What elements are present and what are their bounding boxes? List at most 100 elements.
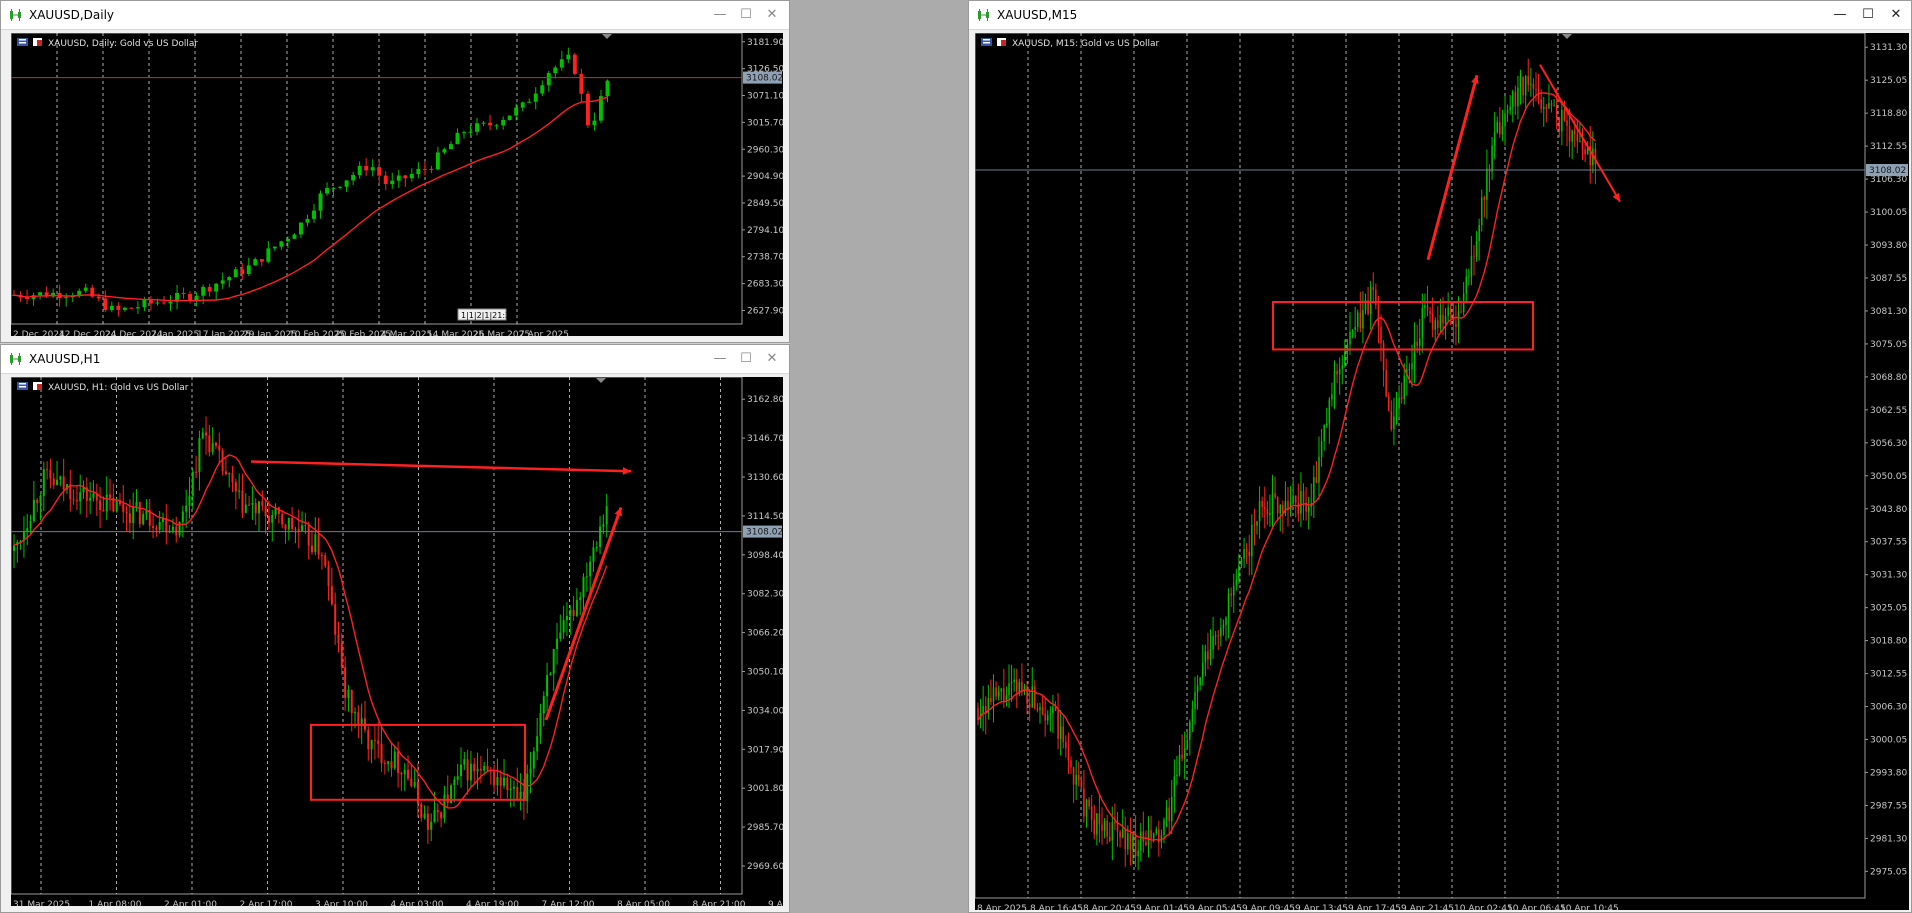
candle-body <box>449 144 453 150</box>
y-tick-label: 3006.30 <box>1870 703 1907 713</box>
candle-body <box>1077 774 1080 780</box>
candle-body <box>1018 681 1021 693</box>
candle-body <box>595 546 598 548</box>
maximize-button[interactable]: ☐ <box>733 5 759 25</box>
y-tick-label: 3001.80 <box>747 784 783 794</box>
candle-body <box>1178 754 1181 775</box>
candle-body <box>373 739 376 741</box>
candle-body <box>267 516 270 523</box>
chart-type-icon <box>1001 40 1006 46</box>
candle-body <box>1251 524 1253 557</box>
close-button[interactable]: ✕ <box>759 5 785 25</box>
x-tick-label: 8 Apr 20:45 <box>1083 904 1136 910</box>
candle-body <box>1483 197 1486 200</box>
candle-body <box>337 634 340 643</box>
candle-body <box>997 691 1000 697</box>
chart-shift-marker <box>596 378 606 383</box>
candle-body <box>572 54 577 74</box>
candle-body <box>1049 713 1052 716</box>
candle-body <box>436 810 439 813</box>
candle-body <box>1372 287 1375 290</box>
candle-body <box>1152 833 1155 839</box>
candle-body <box>1344 351 1346 366</box>
minimize-button[interactable]: — <box>707 5 733 25</box>
candle-body <box>426 813 429 830</box>
candle-body <box>294 528 297 530</box>
candle-body <box>42 469 45 496</box>
candle-body <box>307 525 310 546</box>
candle-body <box>599 526 602 547</box>
candle-body <box>1279 504 1282 514</box>
candle-body <box>1331 394 1333 400</box>
m15-titlebar[interactable]: XAUUSD,M15 — ☐ ✕ <box>969 1 1911 30</box>
y-tick-label: 3043.80 <box>1870 505 1907 515</box>
candle-body <box>1535 88 1537 90</box>
close-button[interactable]: ✕ <box>1883 5 1909 25</box>
daily-chart-area[interactable]: 2 Dec 2024 12 Dec 2024 24 Dec 2024 7 Jan 20… <box>11 33 783 336</box>
candle-body <box>201 286 206 296</box>
candle-body <box>1217 635 1220 637</box>
close-button[interactable]: ✕ <box>759 349 785 369</box>
candle-body <box>122 307 127 310</box>
candle-body <box>350 689 353 714</box>
candle-body <box>1486 168 1488 200</box>
candle-body <box>135 502 138 507</box>
candle-body <box>1059 726 1062 739</box>
candle-body <box>354 712 357 714</box>
candle-body <box>331 187 336 189</box>
daily-chart-window[interactable]: XAUUSD,Daily — ☐ ✕ 2 Dec 2024 12 Dec 2024… <box>0 0 790 343</box>
candle-body <box>1023 685 1026 692</box>
candle-body <box>1439 315 1442 328</box>
candle-body <box>533 93 538 102</box>
candle-body <box>1256 521 1258 526</box>
y-tick-label: 3075.05 <box>1870 340 1907 350</box>
y-tick-label: 3162.80 <box>747 395 783 405</box>
candle-body <box>582 576 585 598</box>
workspace-gap <box>790 0 968 913</box>
candle-body <box>314 534 317 552</box>
x-tick-label: 4 Mar 2025 <box>381 330 432 336</box>
candle-body <box>526 773 529 802</box>
h1-chart-svg[interactable]: 31 Mar 2025 1 Apr 08:00 2 Apr 01:00 2 Apr 1… <box>11 377 783 906</box>
h1-chart-window[interactable]: XAUUSD,H1 — ☐ ✕ 31 Mar 2025 1 Apr 08:00 2 … <box>0 344 790 913</box>
x-tick-label: 1 Apr 08:00 <box>89 900 142 906</box>
candle-body <box>1294 495 1297 503</box>
candle-body <box>59 476 62 480</box>
candle-body <box>1475 241 1478 257</box>
y-tick-label: 2960.30 <box>747 145 783 155</box>
y-tick-label: 3071.10 <box>747 92 783 102</box>
candle-body <box>1362 310 1364 329</box>
y-tick-label: 2993.80 <box>1870 768 1907 778</box>
candle-body <box>271 514 274 523</box>
trend-arrow-line <box>544 506 623 721</box>
candle-body <box>96 296 101 299</box>
candle-body <box>1336 371 1338 375</box>
candle-body <box>1519 76 1522 88</box>
daily-titlebar[interactable]: XAUUSD,Daily — ☐ ✕ <box>1 1 789 30</box>
y-tick-label: 3087.55 <box>1870 274 1907 284</box>
candle-body <box>453 779 456 786</box>
candle-body <box>475 123 479 132</box>
y-tick-label: 3012.55 <box>1870 670 1907 680</box>
maximize-button[interactable]: ☐ <box>1855 5 1881 25</box>
candle-body <box>1382 343 1385 371</box>
candle-body <box>211 442 214 453</box>
chart-icon <box>10 9 21 21</box>
candle-body <box>509 788 512 791</box>
candle-body <box>1222 625 1225 628</box>
daily-chart-svg[interactable]: 2 Dec 202412 Dec 202424 Dec 20247 Jan 20… <box>11 33 783 336</box>
m15-chart-window[interactable]: XAUUSD,M15 — ☐ ✕ 8 Apr 2025 8 Apr 16:45 8 … <box>968 0 1912 913</box>
candle-body <box>416 168 421 175</box>
candle-body <box>1426 305 1429 312</box>
minimize-button[interactable]: — <box>1827 5 1853 25</box>
h1-chart-area[interactable]: 31 Mar 2025 1 Apr 08:00 2 Apr 01:00 2 Apr 1… <box>11 377 783 906</box>
h1-titlebar[interactable]: XAUUSD,H1 — ☐ ✕ <box>1 345 789 374</box>
candle-body <box>1387 396 1390 411</box>
m15-chart-area[interactable]: 8 Apr 2025 8 Apr 16:45 8 Apr 20:45 9 Apr 01… <box>975 33 1909 910</box>
candle-body <box>1057 710 1059 739</box>
maximize-button[interactable]: ☐ <box>733 349 759 369</box>
minimize-button[interactable]: — <box>707 349 733 369</box>
m15-chart-svg[interactable]: 8 Apr 2025 8 Apr 16:45 8 Apr 20:45 9 Apr 01… <box>975 33 1909 910</box>
candle-body <box>982 705 984 714</box>
candle-body <box>1499 122 1501 135</box>
